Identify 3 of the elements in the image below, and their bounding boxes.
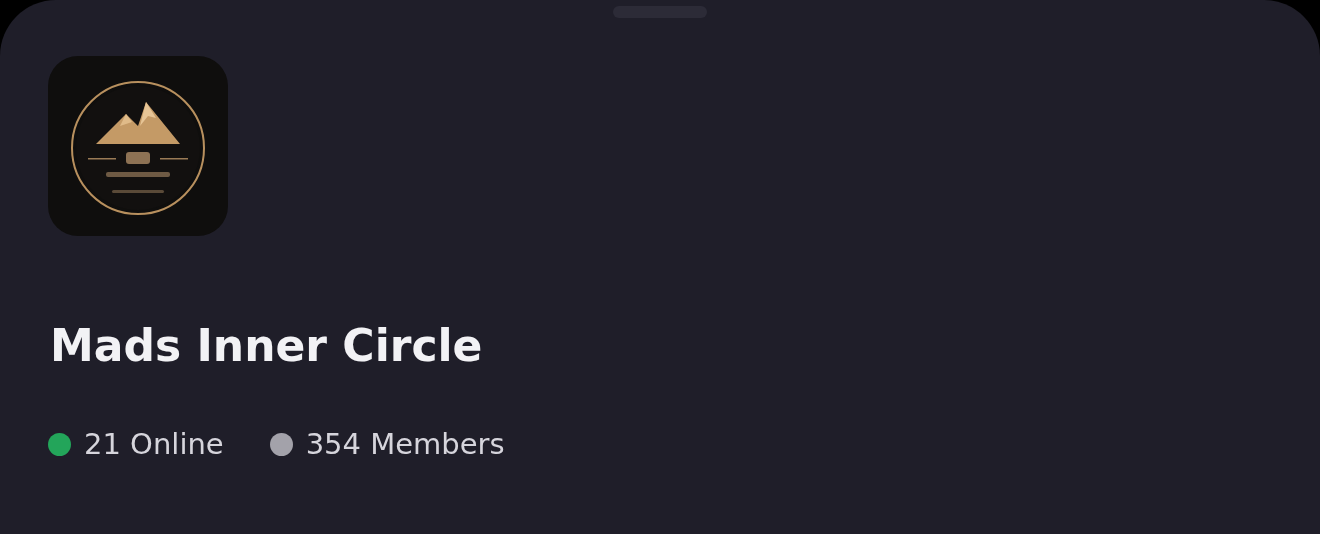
server-name: Mads Inner Circle [50,319,483,373]
member-count: 21 Online [84,426,224,462]
member-count: 354 Members [305,426,505,462]
